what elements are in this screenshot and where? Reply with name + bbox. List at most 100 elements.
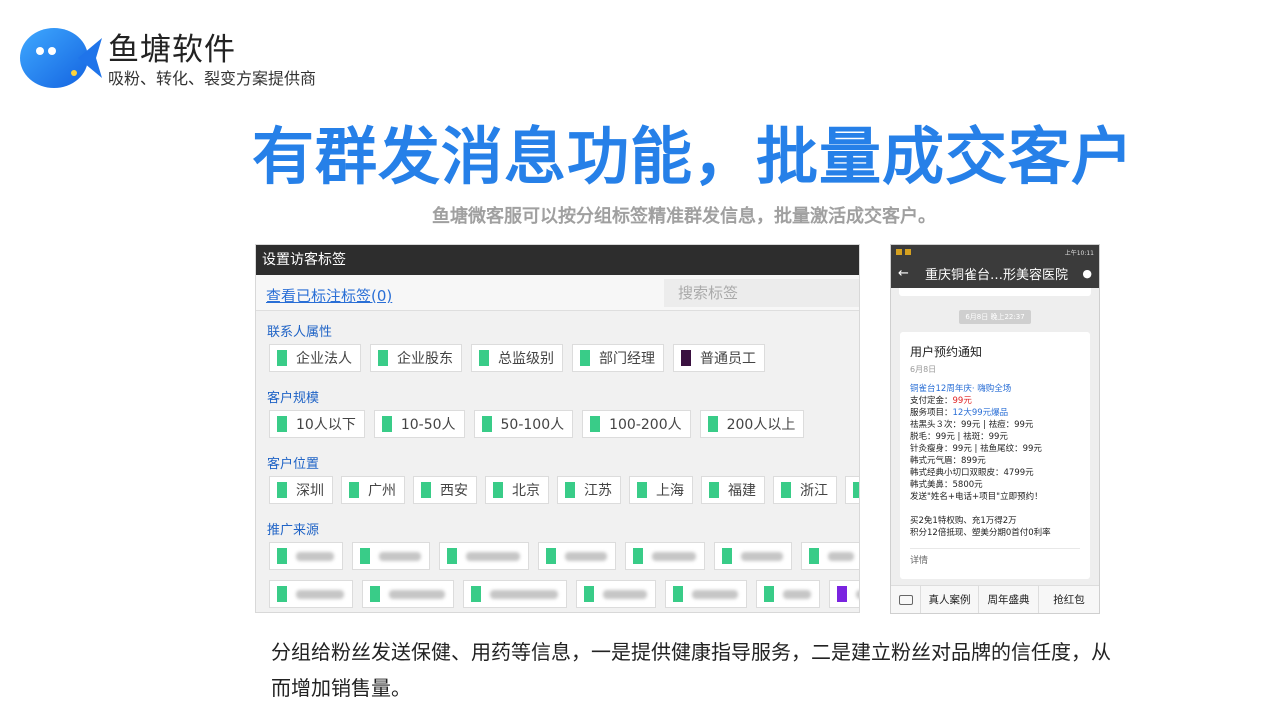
blurred-tag-item[interactable] [269, 580, 353, 608]
tag-item[interactable]: 200人以上 [699, 410, 805, 438]
section-title-source: 推广来源 [267, 523, 320, 538]
tag-label: 广州 [368, 483, 396, 499]
tag-item[interactable]: 10人以下 [269, 410, 365, 438]
back-arrow-icon[interactable]: ← [898, 266, 916, 281]
blurred-tag-item[interactable] [829, 580, 859, 608]
tag-color-chip [381, 416, 392, 432]
tag-label: 10人以下 [296, 417, 356, 433]
tag-color-chip [471, 586, 481, 602]
blurred-tag-item[interactable] [665, 580, 747, 608]
blurred-tag-label [741, 551, 783, 561]
blurred-tag-item[interactable] [362, 580, 454, 608]
tag-row-source-2 [269, 580, 859, 608]
blurred-tag-label [856, 589, 859, 599]
keyboard-icon[interactable] [891, 585, 921, 613]
tag-search-input[interactable] [664, 279, 859, 307]
tag-color-chip [277, 416, 287, 432]
blurred-tag-item[interactable] [463, 580, 567, 608]
card-line: 支付定金：99元 [910, 396, 972, 406]
status-time: 上午10:11 [1064, 249, 1094, 257]
tag-item[interactable]: 50-100人 [473, 410, 574, 438]
menu-button[interactable]: 真人案例 [921, 585, 979, 613]
tag-item[interactable]: 湖南 [845, 476, 859, 504]
tag-label: 总监级别 [498, 351, 554, 367]
chat-title: 重庆铜雀台…形美容医院 [925, 268, 1069, 283]
blurred-tag-label [692, 589, 738, 599]
card-line: 脱毛：99元 | 祛斑：99元 [910, 432, 1008, 442]
tag-item[interactable]: 企业法人 [269, 344, 361, 372]
blurred-tag-label [828, 551, 854, 561]
blurred-tag-item[interactable] [625, 542, 705, 570]
card-line: 服务项目：12大99元爆品 [910, 408, 1009, 418]
tag-color-chip [707, 416, 718, 432]
blurred-tag-item[interactable] [714, 542, 792, 570]
tag-row-source-1 [269, 542, 859, 570]
tag-color-chip [421, 482, 431, 498]
tag-item[interactable]: 浙江 [773, 476, 837, 504]
blurred-tag-item[interactable] [756, 580, 820, 608]
tag-label: 部门经理 [599, 351, 655, 367]
blurred-tag-item[interactable] [269, 542, 343, 570]
brand-name: 鱼塘软件 [108, 32, 236, 68]
blurred-tag-item[interactable] [352, 542, 430, 570]
brand-logo: 鱼塘软件 吸粉、转化、裂变方案提供商 [18, 24, 358, 94]
tag-color-chip [681, 350, 691, 366]
tag-color-chip [633, 548, 643, 564]
blurred-tag-item[interactable] [576, 580, 656, 608]
blurred-tag-item[interactable] [801, 542, 859, 570]
blurred-tag-item[interactable] [439, 542, 529, 570]
card-line: 铜雀台12周年庆· 嗨购全场 [910, 384, 1012, 394]
tag-item[interactable]: 广州 [341, 476, 405, 504]
blurred-tag-label [490, 589, 558, 599]
tag-item[interactable]: 江苏 [557, 476, 621, 504]
tag-item[interactable]: 企业股东 [370, 344, 462, 372]
tag-item[interactable]: 普通员工 [673, 344, 765, 372]
chat-nav-bar: ← 重庆铜雀台…形美容医院 ● [891, 259, 1099, 288]
tag-label: 江苏 [584, 483, 612, 499]
blurred-tag-item[interactable] [538, 542, 616, 570]
card-detail-link[interactable]: 详情 [910, 553, 928, 566]
tag-label: 福建 [728, 483, 756, 499]
card-date: 6月8日 [910, 365, 937, 374]
tag-item[interactable]: 100-200人 [582, 410, 691, 438]
menu-button[interactable]: 抢红包 [1039, 586, 1099, 614]
tag-color-chip [580, 350, 590, 366]
card-gap [910, 503, 1080, 515]
tag-label: 10-50人 [400, 417, 456, 433]
user-profile-icon[interactable]: ● [1078, 267, 1092, 280]
tag-item[interactable]: 总监级别 [471, 344, 563, 372]
section-title-contact: 联系人属性 [267, 325, 333, 340]
blurred-tag-label [603, 589, 647, 599]
visitor-tag-panel: 设置访客标签 查看已标注标签(0) 联系人属性 企业法人 企业股东 总监级别 部… [255, 244, 860, 613]
tag-color-chip [764, 586, 774, 602]
tag-color-chip [277, 548, 287, 564]
fish-logo-icon [20, 28, 102, 88]
tag-label: 西安 [440, 483, 468, 499]
tag-item[interactable]: 10-50人 [373, 410, 465, 438]
tag-color-chip [447, 548, 457, 564]
blurred-tag-label [565, 551, 607, 561]
appointment-notice-card[interactable]: 用户预约通知 6月8日 铜雀台12周年庆· 嗨购全场 支付定金：99元 服务项目… [900, 332, 1090, 579]
tag-color-chip [584, 586, 594, 602]
tag-color-chip [546, 548, 556, 564]
tag-label: 200人以上 [726, 417, 796, 433]
blurred-tag-label [379, 551, 421, 561]
tag-item[interactable]: 西安 [413, 476, 477, 504]
tag-item[interactable]: 福建 [701, 476, 765, 504]
card-line: 祛黑头３次：99元 | 祛痘：99元 [910, 420, 1034, 430]
card-body: 铜雀台12周年庆· 嗨购全场 支付定金：99元 服务项目：12大99元爆品 祛黑… [910, 383, 1080, 539]
subheadline: 鱼塘微客服可以按分组标签精准群发信息，批量激活成交客户。 [432, 206, 936, 227]
menu-button[interactable]: 周年盛典 [979, 585, 1039, 613]
tag-item[interactable]: 上海 [629, 476, 693, 504]
phone-screenshot: 上午10:11 ← 重庆铜雀台…形美容医院 ● 6月8日 晚上22:37 用户预… [890, 244, 1100, 614]
tag-item[interactable]: 深圳 [269, 476, 333, 504]
tag-item[interactable]: 北京 [485, 476, 549, 504]
view-tagged-link[interactable]: 查看已标注标签(0) [266, 285, 392, 306]
tag-label: 深圳 [296, 483, 324, 499]
card-title: 用户预约通知 [910, 345, 983, 359]
chat-timestamp: 6月8日 晚上22:37 [959, 310, 1031, 324]
card-line: 针灸瘦身：99元 | 祛鱼尾纹：99元 [910, 444, 1042, 454]
section-title-location: 客户位置 [267, 457, 320, 472]
tag-item[interactable]: 部门经理 [572, 344, 664, 372]
tag-row-contact: 企业法人 企业股东 总监级别 部门经理 普通员工 [269, 344, 765, 372]
